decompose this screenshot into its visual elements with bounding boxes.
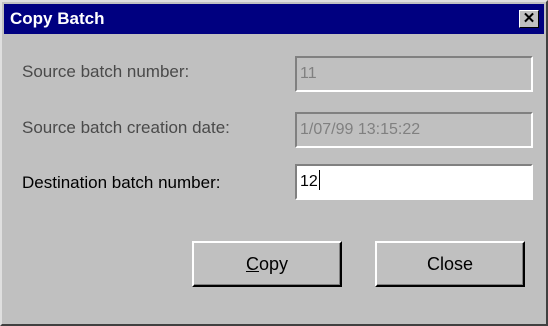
source-batch-date-value: 1/07/99 13:15:22 <box>300 121 421 138</box>
source-batch-number-field: 11 <box>295 56 533 92</box>
source-batch-date-label: Source batch creation date: <box>22 118 230 137</box>
text-caret <box>318 170 320 190</box>
close-button[interactable]: Close <box>375 241 525 287</box>
destination-batch-number-label: Destination batch number: <box>22 173 221 192</box>
source-batch-number-label: Source batch number: <box>22 62 190 81</box>
copy-button[interactable]: Copy <box>192 241 342 287</box>
source-batch-date-field: 1/07/99 13:15:22 <box>295 112 533 148</box>
close-label: Close <box>426 253 474 274</box>
destination-batch-number-input[interactable]: 12 <box>295 164 533 200</box>
destination-batch-number-value: 12 <box>300 173 318 190</box>
copy-batch-dialog: Copy Batch ✕ Source batch number: 11 Sou… <box>0 0 548 326</box>
close-icon: ✕ <box>522 10 536 27</box>
copy-label: opy <box>258 253 289 274</box>
title-bar[interactable]: Copy Batch ✕ <box>4 4 544 34</box>
copy-mnemonic: C <box>245 253 259 274</box>
source-batch-number-value: 11 <box>300 65 317 82</box>
window-title: Copy Batch <box>10 9 105 28</box>
close-window-button[interactable]: ✕ <box>519 10 539 28</box>
